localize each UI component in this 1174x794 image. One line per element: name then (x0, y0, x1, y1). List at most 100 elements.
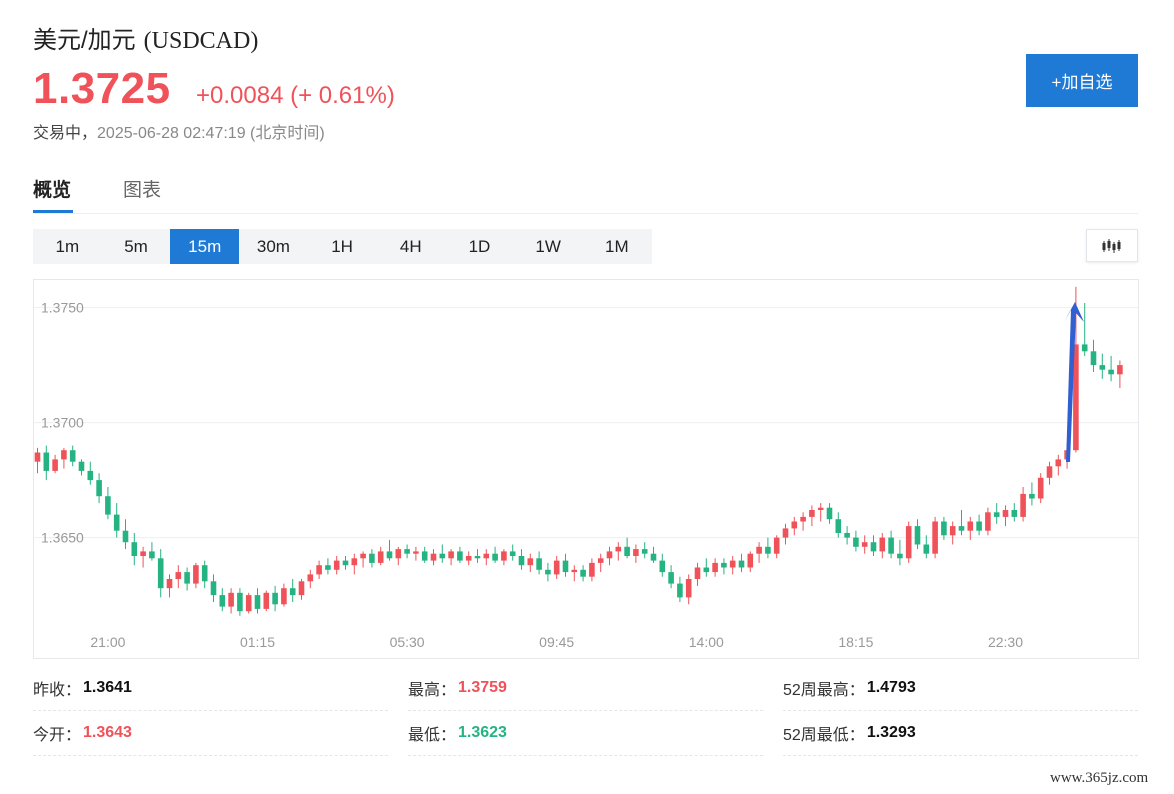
stat-value: 1.3759 (458, 678, 507, 696)
candle-body (377, 551, 384, 563)
y-tick-label: 1.3700 (41, 415, 84, 431)
candle-body (641, 549, 648, 554)
candle-body (1002, 510, 1009, 517)
candle-body (527, 558, 534, 566)
candle-body (738, 560, 745, 568)
x-tick-label: 05:30 (390, 634, 425, 650)
candle-body (606, 551, 613, 559)
candle-body (932, 521, 938, 554)
period-5m[interactable]: 5m (102, 229, 171, 264)
active-tab-indicator (33, 210, 73, 213)
candle-body (923, 544, 930, 554)
candle-body (1020, 493, 1026, 517)
stat-low: 最低： 1.3623 (408, 710, 763, 756)
period-1w[interactable]: 1W (514, 229, 583, 264)
candle-body (272, 592, 278, 605)
candle-body (949, 526, 956, 536)
price-chart[interactable]: 1.3750 1.3700 1.3650 21:00 01:15 05:30 09:45 14… (33, 279, 1139, 659)
period-1h[interactable]: 1H (308, 229, 377, 264)
candle-body (96, 480, 102, 497)
candle-body (800, 516, 806, 522)
candle-body (765, 546, 771, 554)
candle-body (325, 565, 331, 570)
candle-body (721, 562, 727, 568)
candle-body (492, 553, 498, 561)
stat-value: 1.4793 (866, 678, 916, 696)
price-change: +0.0084 (+ 0.61%) (196, 82, 395, 109)
instrument-code: (USDCAD) (143, 28, 259, 54)
candle-body (404, 549, 410, 554)
candle-body (369, 553, 375, 563)
stat-open: 今开： 1.3643 (33, 710, 388, 756)
candle-body (659, 560, 666, 573)
period-15m[interactable]: 15m (170, 229, 240, 264)
period-1m[interactable]: 1m (33, 229, 102, 264)
candle-body (457, 551, 463, 561)
quote-timestamp: 2025-06-28 02:47:19 (北京时间) (97, 125, 325, 142)
candle-body (1029, 493, 1035, 499)
candle-body (888, 537, 894, 554)
period-30m[interactable]: 30m (239, 229, 308, 264)
candle-body (615, 546, 622, 552)
period-1mo[interactable]: 1M (583, 229, 652, 264)
candle-body (69, 450, 76, 462)
candle-body (307, 574, 314, 582)
candle-body (668, 572, 674, 584)
candlestick-chart: 1.3750 1.3700 1.3650 21:00 01:15 05:30 09:45 14… (34, 286, 1138, 650)
candle-body (835, 519, 842, 533)
candle-body (993, 512, 1000, 517)
x-tick-label: 21:00 (90, 634, 125, 650)
stat-label: 今开： (33, 726, 82, 744)
candle-body (360, 553, 366, 559)
candle-body (729, 560, 736, 568)
stat-value: 1.3643 (83, 723, 132, 741)
candle-body (773, 537, 780, 554)
stat-label: 52周最低： (783, 726, 865, 744)
chart-type-button[interactable] (1086, 229, 1138, 262)
candle-body (941, 521, 947, 536)
candle-body (421, 551, 428, 561)
stat-value: 1.3623 (458, 723, 507, 741)
candle-body (1117, 365, 1123, 375)
candle-body (712, 562, 718, 573)
candle-body (175, 572, 182, 579)
candle-body (298, 581, 305, 596)
candle-body (861, 542, 868, 547)
candle-body (166, 579, 173, 589)
last-price: 1.3725 (33, 64, 171, 113)
candle-body (826, 507, 833, 520)
candle-body (430, 553, 437, 561)
candle-body (545, 569, 551, 575)
x-tick-label: 18:15 (838, 634, 873, 650)
stat-label: 最高： (408, 681, 457, 699)
candle-body (976, 521, 982, 531)
candle-body (782, 528, 789, 538)
candle-body (333, 560, 340, 570)
candle-body (281, 588, 287, 605)
candle-body (263, 592, 270, 609)
candle-body (633, 549, 639, 556)
tab-overview[interactable]: 概览 (33, 175, 71, 202)
candle-body (228, 592, 234, 607)
period-4h[interactable]: 4H (376, 229, 445, 264)
candle-body (1090, 351, 1097, 366)
tab-chart[interactable]: 图表 (123, 175, 161, 202)
candle-body (685, 579, 692, 598)
candle-body (439, 553, 446, 559)
candle-body (193, 565, 199, 584)
add-watchlist-button[interactable]: +加自选 (1026, 54, 1138, 107)
candle-body (201, 565, 208, 582)
candle-body (536, 558, 542, 570)
candle-body (650, 553, 657, 561)
period-1d[interactable]: 1D (445, 229, 514, 264)
candle-body (791, 521, 798, 529)
stat-label: 昨收： (33, 681, 82, 699)
candle-body (157, 558, 164, 589)
candle-body (509, 551, 516, 556)
trading-status: 交易中，2025-06-28 02:47:19 (北京时间) (33, 119, 325, 143)
candle-body (985, 512, 991, 531)
candle-body (254, 595, 261, 609)
y-tick-label: 1.3650 (41, 530, 84, 546)
candle-body (149, 551, 155, 559)
tab-bar: 概览 图表 (33, 170, 1138, 214)
